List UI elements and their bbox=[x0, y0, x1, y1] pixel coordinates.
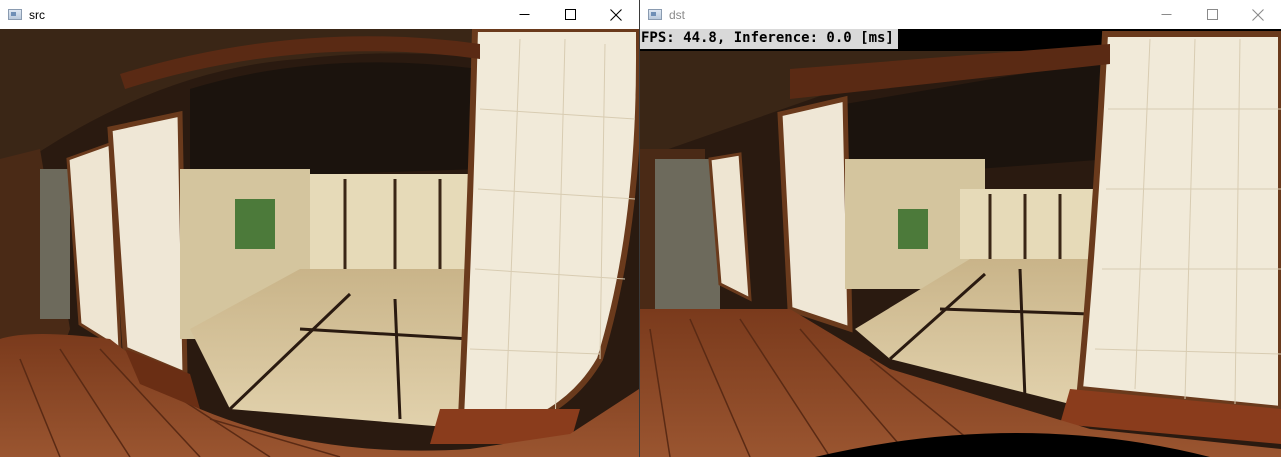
app-icon bbox=[648, 9, 662, 20]
fisheye-room-image bbox=[0, 29, 639, 457]
close-icon bbox=[1252, 8, 1264, 21]
maximize-button[interactable] bbox=[1189, 0, 1235, 29]
src-image-view bbox=[0, 29, 639, 457]
close-icon bbox=[610, 8, 622, 21]
minimize-button[interactable] bbox=[1143, 0, 1189, 29]
src-window: src bbox=[0, 0, 640, 457]
minimize-button[interactable] bbox=[501, 0, 547, 29]
maximize-icon bbox=[1206, 9, 1218, 20]
dst-image-view bbox=[640, 29, 1281, 457]
undistorted-room-image bbox=[640, 29, 1281, 457]
close-button[interactable] bbox=[593, 0, 639, 29]
fps-inference-overlay: FPS: 44.8, Inference: 0.0 [ms] bbox=[640, 29, 898, 49]
maximize-icon bbox=[564, 9, 576, 20]
close-button[interactable] bbox=[1235, 0, 1281, 29]
dst-window: dst FPS: 44.8, Inference: 0.0 [ms] bbox=[640, 0, 1281, 457]
maximize-button[interactable] bbox=[547, 0, 593, 29]
minimize-icon bbox=[1161, 14, 1171, 15]
minimize-icon bbox=[519, 14, 529, 15]
dst-titlebar[interactable]: dst bbox=[640, 0, 1281, 29]
src-window-title: src bbox=[29, 7, 45, 22]
dst-window-title: dst bbox=[669, 7, 686, 22]
app-icon bbox=[8, 9, 22, 20]
src-titlebar[interactable]: src bbox=[0, 0, 639, 29]
